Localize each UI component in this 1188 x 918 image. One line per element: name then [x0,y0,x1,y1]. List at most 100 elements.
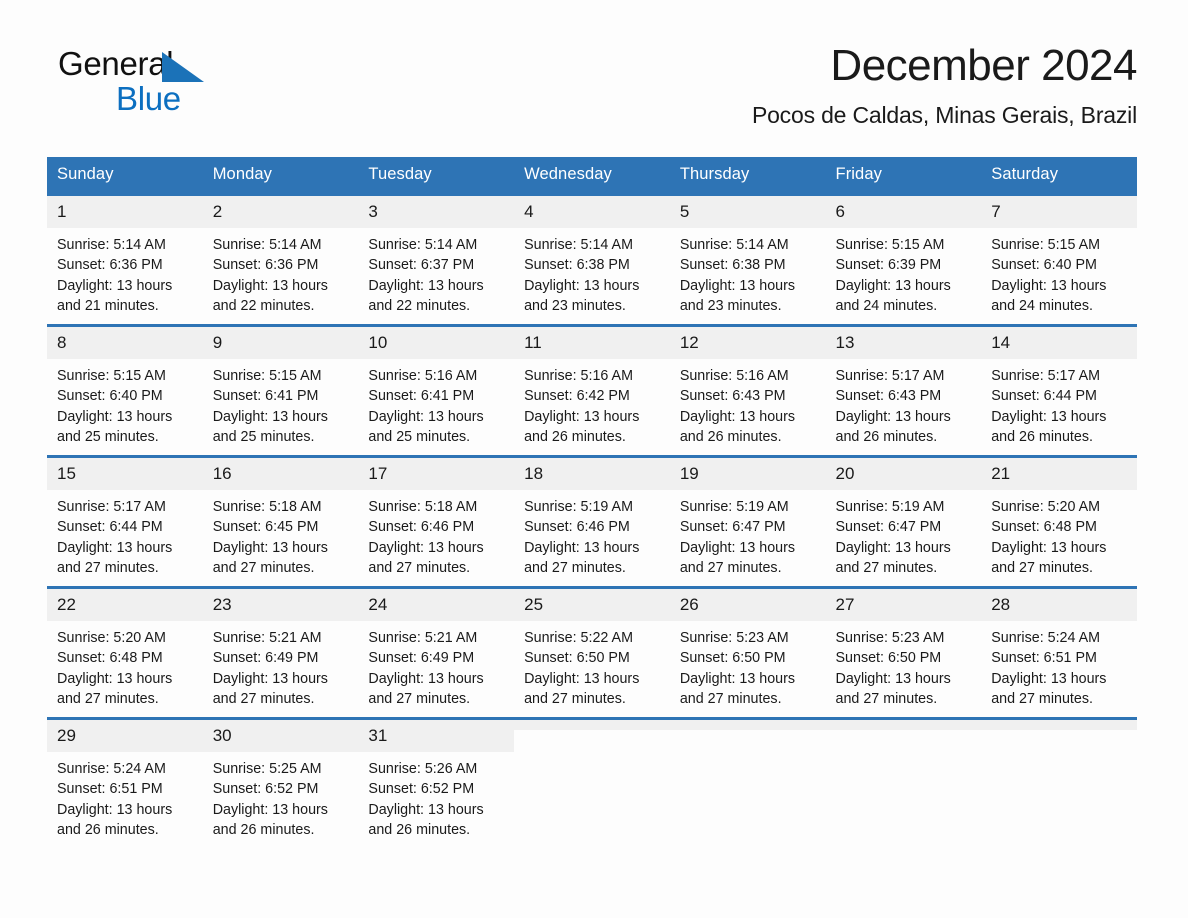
sunset-text: Sunset: 6:38 PM [679,257,786,274]
day-number: 3 [358,196,515,228]
sunrise-text: Sunrise: 5:19 AM [524,499,633,515]
day-cell-empty [981,717,1137,848]
day-number: 18 [514,458,670,490]
day-info: Sunrise: 5:24 AM Sunset: 6:51 PM Dayligh… [981,621,1137,709]
daylight-line2: and 27 minutes. [368,559,471,576]
day-info: Sunrise: 5:18 AM Sunset: 6:45 PM Dayligh… [203,490,359,578]
day-cell[interactable]: 21 Sunrise: 5:20 AM Sunset: 6:48 PM Dayl… [981,455,1137,588]
daylight-line1: Daylight: 13 hours [212,408,328,425]
daylight-line2: and 27 minutes. [57,690,159,707]
day-cell[interactable]: 16 Sunrise: 5:18 AM Sunset: 6:45 PM Dayl… [202,455,359,588]
daylight-line1: Daylight: 13 hours [368,539,484,556]
daylight-line2: and 26 minutes. [57,821,159,838]
day-cell[interactable]: 13 Sunrise: 5:17 AM Sunset: 6:43 PM Dayl… [825,324,982,457]
title-block: December 2024 Pocos de Caldas, Minas Ger… [752,40,1138,130]
day-cell[interactable]: 29 Sunrise: 5:24 AM Sunset: 6:51 PM Dayl… [47,717,203,848]
daylight-line2: and 22 minutes. [368,297,471,314]
sunset-text: Sunset: 6:48 PM [991,519,1097,536]
day-number: 26 [669,589,826,621]
day-cell[interactable]: 19 Sunrise: 5:19 AM Sunset: 6:47 PM Dayl… [669,455,826,588]
sunrise-text: Sunrise: 5:25 AM [212,761,322,777]
sunrise-text: Sunrise: 5:17 AM [57,499,166,515]
sunset-text: Sunset: 6:41 PM [368,388,475,405]
day-info: Sunrise: 5:14 AM Sunset: 6:36 PM Dayligh… [203,228,359,316]
day-number: 21 [981,458,1137,490]
day-cell[interactable]: 30 Sunrise: 5:25 AM Sunset: 6:52 PM Dayl… [202,717,359,848]
day-cell[interactable]: 11 Sunrise: 5:16 AM Sunset: 6:42 PM Dayl… [514,324,670,457]
sunrise-text: Sunrise: 5:15 AM [212,368,322,384]
sunset-text: Sunset: 6:47 PM [679,519,786,536]
day-cell[interactable]: 10 Sunrise: 5:16 AM Sunset: 6:41 PM Dayl… [358,324,515,457]
daylight-line1: Daylight: 13 hours [991,670,1107,687]
day-cell[interactable]: 6 Sunrise: 5:15 AM Sunset: 6:39 PM Dayli… [825,193,982,326]
sunset-text: Sunset: 6:40 PM [57,388,163,405]
calendar-week-row: 8 Sunrise: 5:15 AM Sunset: 6:40 PM Dayli… [47,324,1137,457]
daylight-line1: Daylight: 13 hours [524,277,640,294]
daylight-line2: and 22 minutes. [212,297,315,314]
calendar-body: 1 Sunrise: 5:14 AM Sunset: 6:36 PM Dayli… [47,193,1137,848]
day-number: 2 [202,196,359,228]
daylight-line1: Daylight: 13 hours [991,539,1107,556]
sunrise-text: Sunrise: 5:19 AM [835,499,945,515]
day-number: 4 [514,196,670,228]
daylight-line1: Daylight: 13 hours [212,277,328,294]
day-cell[interactable]: 14 Sunrise: 5:17 AM Sunset: 6:44 PM Dayl… [981,324,1137,457]
calendar-page: General Blue December 2024 Pocos de Cald… [0,0,1188,918]
day-cell[interactable]: 15 Sunrise: 5:17 AM Sunset: 6:44 PM Dayl… [47,455,203,588]
day-cell[interactable]: 7 Sunrise: 5:15 AM Sunset: 6:40 PM Dayli… [981,193,1137,326]
daylight-line2: and 27 minutes. [679,690,782,707]
daylight-line1: Daylight: 13 hours [524,670,640,687]
day-cell[interactable]: 22 Sunrise: 5:20 AM Sunset: 6:48 PM Dayl… [47,586,203,719]
sunrise-text: Sunrise: 5:20 AM [57,630,166,646]
day-cell[interactable]: 27 Sunrise: 5:23 AM Sunset: 6:50 PM Dayl… [825,586,982,719]
day-cell[interactable]: 4 Sunrise: 5:14 AM Sunset: 6:38 PM Dayli… [514,193,670,326]
day-cell[interactable]: 23 Sunrise: 5:21 AM Sunset: 6:49 PM Dayl… [202,586,359,719]
day-info: Sunrise: 5:15 AM Sunset: 6:39 PM Dayligh… [826,228,982,316]
day-cell[interactable]: 12 Sunrise: 5:16 AM Sunset: 6:43 PM Dayl… [669,324,826,457]
sunset-text: Sunset: 6:51 PM [991,650,1097,667]
day-number: 24 [358,589,515,621]
daylight-line2: and 25 minutes. [368,428,471,445]
sunset-text: Sunset: 6:42 PM [524,388,630,405]
day-info: Sunrise: 5:18 AM Sunset: 6:46 PM Dayligh… [358,490,514,578]
sunset-text: Sunset: 6:36 PM [212,257,319,274]
day-number: 9 [202,327,359,359]
day-cell[interactable]: 26 Sunrise: 5:23 AM Sunset: 6:50 PM Dayl… [669,586,826,719]
day-number: 6 [825,196,982,228]
day-number: 25 [514,589,670,621]
day-number [981,720,1137,730]
day-cell[interactable]: 25 Sunrise: 5:22 AM Sunset: 6:50 PM Dayl… [514,586,670,719]
day-cell[interactable]: 24 Sunrise: 5:21 AM Sunset: 6:49 PM Dayl… [358,586,515,719]
sunset-text: Sunset: 6:47 PM [835,519,942,536]
sunset-text: Sunset: 6:46 PM [524,519,630,536]
day-cell[interactable]: 9 Sunrise: 5:15 AM Sunset: 6:41 PM Dayli… [202,324,359,457]
day-info: Sunrise: 5:14 AM Sunset: 6:37 PM Dayligh… [358,228,514,316]
day-cell[interactable]: 20 Sunrise: 5:19 AM Sunset: 6:47 PM Dayl… [825,455,982,588]
day-cell[interactable]: 3 Sunrise: 5:14 AM Sunset: 6:37 PM Dayli… [358,193,515,326]
day-cell[interactable]: 2 Sunrise: 5:14 AM Sunset: 6:36 PM Dayli… [202,193,359,326]
sunrise-sunset-calendar: Sunday Monday Tuesday Wednesday Thursday… [47,157,1137,848]
day-info: Sunrise: 5:16 AM Sunset: 6:41 PM Dayligh… [358,359,514,447]
day-cell[interactable]: 1 Sunrise: 5:14 AM Sunset: 6:36 PM Dayli… [47,193,203,326]
day-cell[interactable]: 5 Sunrise: 5:14 AM Sunset: 6:38 PM Dayli… [669,193,826,326]
day-number: 5 [669,196,826,228]
day-cell[interactable]: 18 Sunrise: 5:19 AM Sunset: 6:46 PM Dayl… [514,455,670,588]
day-info: Sunrise: 5:16 AM Sunset: 6:43 PM Dayligh… [670,359,826,447]
daylight-line1: Daylight: 13 hours [679,539,796,556]
sunrise-text: Sunrise: 5:15 AM [991,237,1101,253]
calendar-week-row: 15 Sunrise: 5:17 AM Sunset: 6:44 PM Dayl… [47,455,1137,588]
sunrise-text: Sunrise: 5:24 AM [57,761,166,777]
day-number: 1 [47,196,203,228]
day-cell[interactable]: 8 Sunrise: 5:15 AM Sunset: 6:40 PM Dayli… [47,324,203,457]
day-cell[interactable]: 31 Sunrise: 5:26 AM Sunset: 6:52 PM Dayl… [358,717,515,848]
sunrise-text: Sunrise: 5:15 AM [835,237,945,253]
day-cell[interactable]: 28 Sunrise: 5:24 AM Sunset: 6:51 PM Dayl… [981,586,1137,719]
sunset-text: Sunset: 6:43 PM [835,388,942,405]
day-cell[interactable]: 17 Sunrise: 5:18 AM Sunset: 6:46 PM Dayl… [358,455,515,588]
daylight-line1: Daylight: 13 hours [679,408,796,425]
daylight-line1: Daylight: 13 hours [212,801,328,818]
sunset-text: Sunset: 6:45 PM [212,519,319,536]
daylight-line1: Daylight: 13 hours [57,408,173,425]
daylight-line2: and 26 minutes. [212,821,315,838]
daylight-line1: Daylight: 13 hours [57,539,173,556]
